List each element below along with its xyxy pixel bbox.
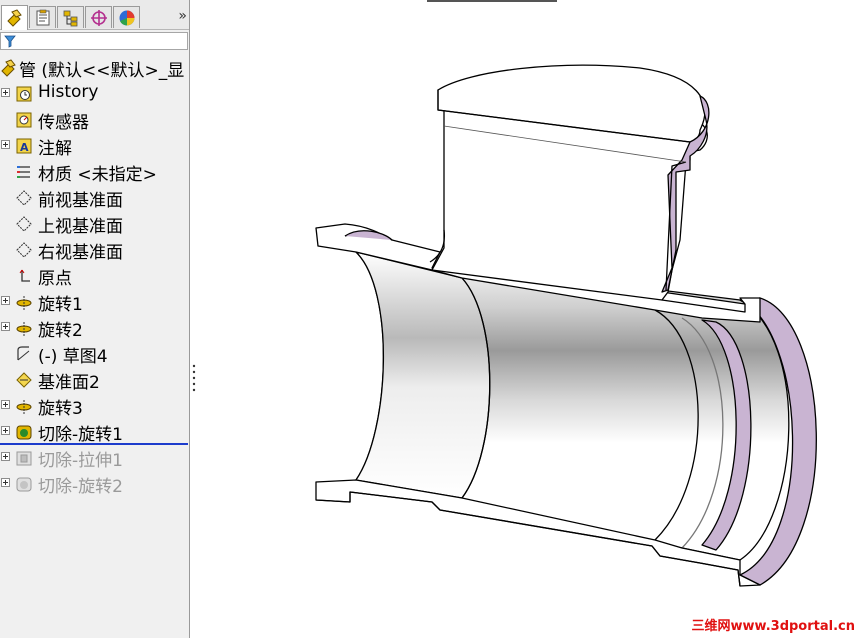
display-manager-icon [119, 10, 134, 26]
tree-filter-input[interactable] [0, 32, 188, 50]
filter-icon [4, 35, 16, 48]
tree-item-top-plane[interactable]: 上视基准面 [0, 211, 189, 237]
sensor-icon [15, 111, 33, 129]
plane-icon [15, 241, 33, 259]
tree-item-sketch4[interactable]: (-) 草图4 [0, 341, 189, 367]
tree-item-origin[interactable]: 原点 [0, 263, 189, 289]
tree-item-cut-revolve2[interactable]: 切除-旋转2 [0, 471, 189, 497]
plane-icon [15, 189, 33, 207]
tree-item-plane2[interactable]: 基准面2 [0, 367, 189, 393]
rollback-bar[interactable] [0, 443, 188, 445]
tree-root-part[interactable]: 管 (默认<<默认>_显 [0, 55, 189, 81]
watermark-text: 三维网www.3dportal.cn [691, 619, 855, 634]
tree-item-revolve3[interactable]: 旋转3 [0, 393, 189, 419]
revolve-icon [15, 319, 33, 337]
feature-manager-panel: » 管 (默认<<默认>_显 History 传感器 A 注解 材质 <未指定>… [0, 0, 190, 638]
pipe-section-model[interactable] [191, 0, 861, 638]
dimxpert-manager-icon [90, 9, 107, 26]
tree-item-revolve2[interactable]: 旋转2 [0, 315, 189, 341]
tree-item-cut-extrude1[interactable]: 切除-拉伸1 [0, 445, 189, 471]
expand-toggle[interactable] [1, 478, 10, 487]
manager-tab-bar: » [0, 0, 189, 30]
cut-revolve-icon [15, 423, 33, 441]
cut-revolve-icon [15, 475, 33, 493]
svg-text:A: A [20, 141, 29, 154]
feature-manager-tab[interactable] [1, 5, 28, 30]
part-icon [0, 59, 18, 77]
tree-item-front-plane[interactable]: 前视基准面 [0, 185, 189, 211]
tree-item-cut-revolve1[interactable]: 切除-旋转1 [0, 419, 189, 445]
more-tabs-chevron[interactable]: » [178, 8, 186, 24]
property-manager-icon [36, 9, 49, 25]
display-manager-tab[interactable] [113, 6, 140, 28]
expand-toggle[interactable] [1, 452, 10, 461]
property-manager-tab[interactable] [29, 6, 56, 28]
tree-item-history[interactable]: History [0, 81, 189, 107]
expand-toggle[interactable] [1, 426, 10, 435]
tree-item-material[interactable]: 材质 <未指定> [0, 159, 189, 185]
tree-item-right-plane[interactable]: 右视基准面 [0, 237, 189, 263]
material-icon [15, 163, 33, 181]
plane-icon [15, 215, 33, 233]
configuration-manager-tab[interactable] [57, 6, 84, 28]
expand-toggle[interactable] [1, 400, 10, 409]
sketch-icon [15, 345, 33, 363]
annotation-icon: A [15, 137, 33, 155]
tree-item-annotations[interactable]: A 注解 [0, 133, 189, 159]
plane-icon [15, 371, 33, 389]
history-icon [15, 85, 33, 103]
origin-icon [15, 267, 33, 285]
tree-root-label: 管 (默认<<默认>_显 [19, 61, 185, 81]
tree-item-sensors[interactable]: 传感器 [0, 107, 189, 133]
feature-manager-icon [6, 9, 22, 27]
expand-toggle[interactable] [1, 296, 10, 305]
dimxpert-manager-tab[interactable] [85, 6, 112, 28]
expand-toggle[interactable] [1, 322, 10, 331]
tree-item-revolve1[interactable]: 旋转1 [0, 289, 189, 315]
revolve-icon [15, 293, 33, 311]
configuration-manager-icon [63, 10, 77, 26]
expand-toggle[interactable] [1, 88, 10, 97]
expand-toggle[interactable] [1, 140, 10, 149]
revolve-icon [15, 397, 33, 415]
cut-extrude-icon [15, 449, 33, 467]
